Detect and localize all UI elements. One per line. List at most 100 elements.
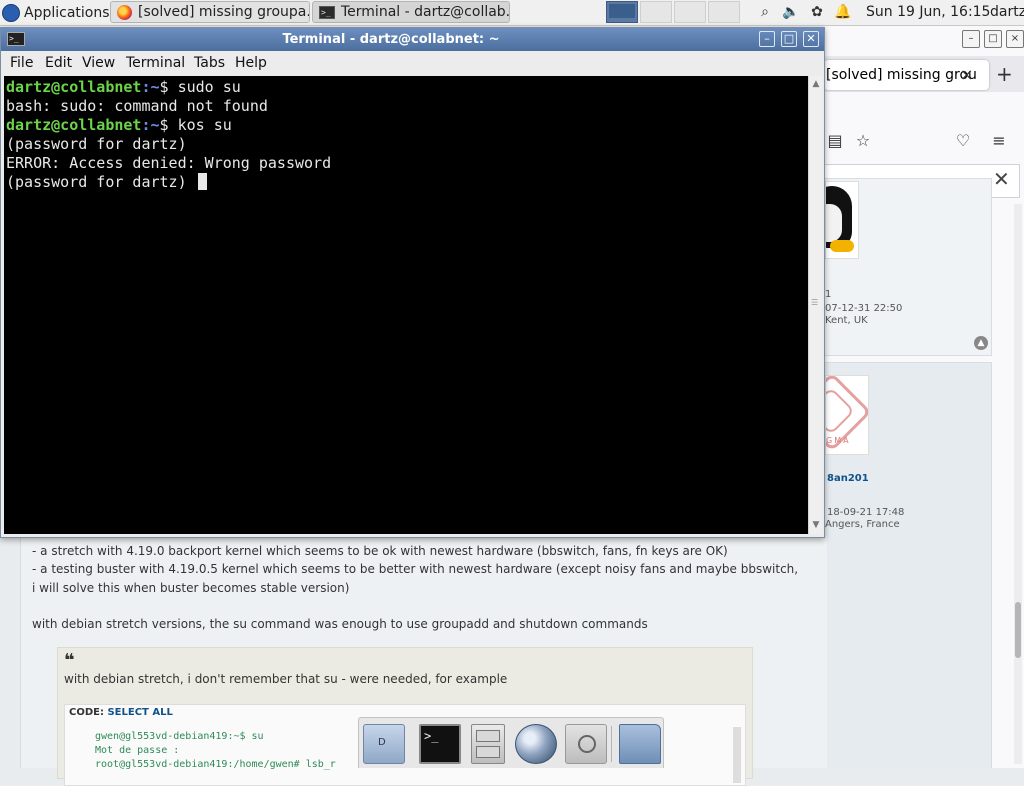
taskbar-terminal-title: Terminal - dartz@collab...	[341, 4, 510, 20]
menu-edit[interactable]: Edit	[45, 55, 72, 71]
home-folder-label: D	[378, 737, 386, 748]
home-folder-launcher-icon[interactable]: D	[363, 724, 405, 764]
terminal-window: >_ Terminal - dartz@collabnet: ~ – □ ✕ F…	[0, 27, 825, 538]
workspace-3[interactable]	[674, 1, 706, 23]
terminal-line-prompt: dartz@collabnet:~$ kos su	[6, 116, 232, 135]
web-browser-launcher-icon[interactable]	[515, 724, 557, 764]
browser-minimize-button[interactable]: –	[962, 30, 980, 48]
menu-view[interactable]: View	[82, 55, 115, 71]
avatar-text: GMA	[826, 436, 851, 445]
browser-window: – □ × [solved] missing grou × + ▤ ☆ ♡ ≡ …	[824, 26, 1024, 768]
clock[interactable]: Sun 19 Jun, 16:15	[866, 4, 990, 20]
post-text-line: with debian stretch versions, the su com…	[32, 617, 648, 631]
browser-toolbar: ▤ ☆ ♡ ≡	[824, 124, 1024, 160]
minimize-button[interactable]: –	[759, 31, 775, 47]
terminal-screen[interactable]: dartz@collabnet:~$ sudo su bash: sudo: c…	[4, 76, 808, 534]
forum-post-profile-2: GMA 8an201 18-09-21 17:48 Angers, France	[824, 362, 992, 768]
code-scrollbar[interactable]	[733, 727, 741, 783]
maximize-button[interactable]: □	[781, 31, 797, 47]
dock: D >_	[358, 717, 664, 768]
dock-separator	[611, 726, 612, 762]
profile-username[interactable]: 8an201	[827, 473, 869, 484]
back-to-top-icon[interactable]: ▲	[974, 336, 988, 350]
applications-label: Applications	[24, 4, 110, 21]
terminal-line-prompt: dartz@collabnet:~$ sudo su	[6, 78, 241, 97]
volume-icon[interactable]: 🔈	[782, 3, 800, 21]
terminal-launcher-icon[interactable]: >_	[419, 724, 461, 764]
terminal-menubar: File Edit View Terminal Tabs Help	[1, 51, 824, 75]
browser-maximize-button[interactable]: □	[984, 30, 1002, 48]
taskbar-browser-title: [solved] missing groupa...	[138, 4, 310, 20]
prompt-symbol: $	[159, 78, 169, 96]
prompt-user-host: dartz@collabnet	[6, 116, 142, 134]
profile-joined: 07-12-31 22:50	[825, 303, 903, 314]
post-text-line: i will solve this when buster becomes st…	[32, 581, 350, 595]
prompt-user-host: dartz@collabnet	[6, 78, 142, 96]
quote-text: with debian stretch, i don't remember th…	[64, 672, 508, 686]
workspace-2[interactable]	[640, 1, 672, 23]
command-text: sudo su	[177, 78, 241, 96]
menu-help[interactable]: Help	[235, 55, 267, 71]
terminal-line-output: bash: sudo: command not found	[6, 97, 268, 115]
sigma-avatar: GMA	[825, 375, 869, 455]
applications-menu[interactable]: Applications ⁝	[2, 2, 117, 23]
menu-file[interactable]: File	[10, 55, 33, 71]
quote-icon: ❝	[64, 650, 75, 671]
hamburger-menu-icon[interactable]: ≡	[988, 130, 1010, 152]
code-line: gwen@gl553vd-debian419:~$ su	[95, 731, 264, 742]
scroll-down-arrow-icon[interactable]: ▼	[810, 519, 822, 531]
menu-terminal[interactable]: Terminal	[126, 55, 185, 71]
workspace-4[interactable]	[708, 1, 740, 23]
taskbar-button-browser[interactable]: [solved] missing groupa...	[110, 1, 310, 23]
prompt-path: :~	[141, 116, 160, 134]
profile-location: Kent, UK	[825, 315, 868, 326]
command-text: kos su	[177, 116, 232, 134]
code-line: Mot de passe :	[95, 745, 180, 756]
password-prompt: (password for dartz)	[6, 173, 196, 191]
scroll-up-arrow-icon[interactable]: ▲	[810, 78, 822, 90]
network-icon[interactable]: ⌕	[756, 3, 774, 21]
code-label: CODE:	[69, 707, 104, 718]
top-panel: Applications ⁝ [solved] missing groupa..…	[0, 0, 1024, 26]
taskbar-button-terminal[interactable]: >_ Terminal - dartz@collab...	[312, 1, 510, 23]
updates-icon[interactable]: ✿	[808, 3, 826, 21]
menu-tabs[interactable]: Tabs	[194, 55, 225, 71]
terminal-window-title: Terminal - dartz@collabnet: ~	[282, 32, 500, 47]
user-menu[interactable]: dartz	[990, 4, 1024, 20]
select-all-link[interactable]: SELECT ALL	[107, 707, 172, 718]
profile-rank: 1	[825, 289, 832, 300]
terminal-scrollbar[interactable]: ▲ ☰ ▼	[808, 76, 822, 534]
terminal-line-output: (password for dartz)	[6, 135, 187, 153]
pocket-icon[interactable]: ♡	[952, 130, 974, 152]
terminal-line-output: ERROR: Access denied: Wrong password	[6, 154, 332, 172]
code-line: root@gl553vd-debian419:/home/gwen# lsb_r	[95, 759, 336, 770]
post-text-line: - a testing buster with 4.19.0.5 kernel …	[32, 562, 799, 576]
profile-joined-2: 18-09-21 17:48	[827, 507, 905, 518]
profile-location-2: Angers, France	[825, 519, 900, 530]
find-close-icon[interactable]: ✕	[993, 167, 1010, 191]
workspace-1[interactable]	[606, 1, 638, 23]
post-text-line: - a stretch with 4.19.0 backport kernel …	[32, 544, 728, 558]
prompt-path: :~	[141, 78, 160, 96]
tux-avatar	[825, 181, 859, 259]
close-button[interactable]: ✕	[803, 31, 819, 47]
terminal-icon: >_	[319, 5, 335, 19]
prompt-symbol: $	[159, 116, 169, 134]
folder-launcher-icon[interactable]	[619, 724, 661, 764]
forum-post-profile: 1 07-12-31 22:50 Kent, UK	[824, 178, 992, 356]
browser-scrollbar-thumb[interactable]	[1015, 602, 1021, 658]
reader-view-icon[interactable]: ▤	[824, 130, 846, 152]
bookmark-star-icon[interactable]: ☆	[852, 130, 874, 152]
terminal-cursor	[197, 173, 207, 190]
browser-close-button[interactable]: ×	[1006, 30, 1024, 48]
file-manager-launcher-icon[interactable]	[471, 724, 505, 764]
applications-logo-icon	[2, 3, 20, 22]
browser-tab[interactable]: [solved] missing grou ×	[824, 60, 989, 90]
terminal-titlebar[interactable]: >_ Terminal - dartz@collabnet: ~ – □ ✕	[1, 28, 824, 51]
scrollbar-grip-icon[interactable]: ☰	[811, 298, 818, 307]
app-finder-launcher-icon[interactable]	[565, 724, 607, 764]
notifications-bell-icon[interactable]: 🔔	[834, 3, 852, 21]
new-tab-icon[interactable]: +	[996, 62, 1013, 86]
tab-close-icon[interactable]: ×	[960, 60, 973, 90]
browser-scrollbar[interactable]	[1014, 204, 1022, 764]
